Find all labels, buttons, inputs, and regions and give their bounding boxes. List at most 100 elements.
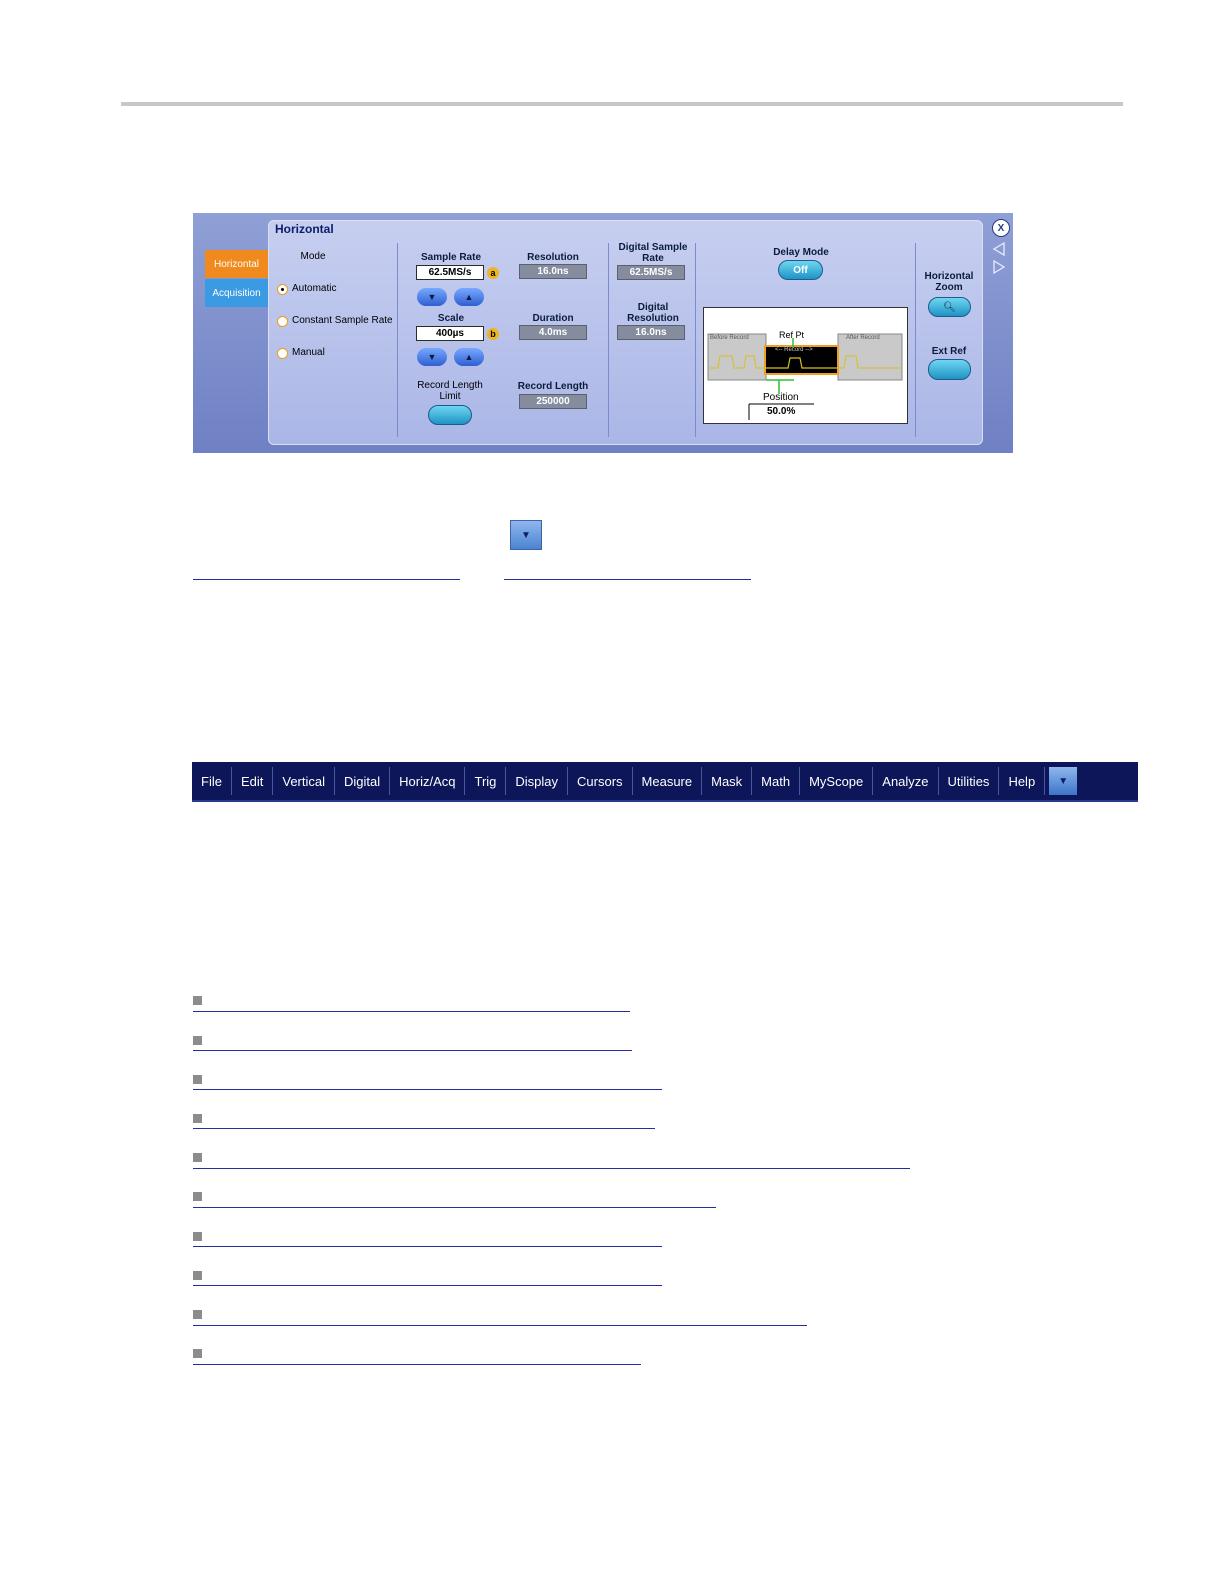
record-span-label: <-- Record -->: [775, 347, 813, 353]
ref-pt-label: Ref Pt: [779, 330, 805, 340]
sample-rate-down-button[interactable]: ▼: [417, 288, 447, 306]
bullet-icon: [193, 1349, 202, 1358]
sample-rate-up-button[interactable]: ▲: [454, 288, 484, 306]
delay-mode-toggle[interactable]: Off: [778, 260, 823, 280]
up-arrow-icon: ▲: [464, 352, 474, 362]
link-underline[interactable]: [193, 1168, 910, 1169]
ext-ref-button[interactable]: [928, 359, 971, 380]
panel-nav-arrows: [992, 241, 1006, 275]
bullet-icon: [193, 1036, 202, 1045]
link-underline[interactable]: [193, 1246, 662, 1247]
radio-constant-sample-rate-label: Constant Sample Rate: [292, 315, 393, 326]
radio-automatic[interactable]: [277, 284, 288, 295]
menu-expand-button[interactable]: ▼: [1049, 767, 1078, 795]
top-rule: [121, 102, 1123, 106]
callout-a-badge: a: [487, 267, 499, 279]
bullet-icon: [193, 1192, 202, 1201]
link-underline[interactable]: [193, 1285, 662, 1286]
up-arrow-icon: ▲: [464, 292, 474, 302]
link-underline[interactable]: [193, 579, 460, 580]
sample-rate-field[interactable]: 62.5MS/s: [416, 265, 484, 280]
menu-file[interactable]: File: [192, 767, 232, 795]
link-underline[interactable]: [193, 1325, 807, 1326]
duration-label: Duration: [532, 313, 574, 324]
ext-ref-label: Ext Ref: [931, 346, 967, 357]
scale-label: Scale: [437, 313, 465, 324]
link-underline[interactable]: [504, 579, 751, 580]
radio-manual[interactable]: [277, 348, 288, 359]
bullet-icon: [193, 1310, 202, 1319]
sample-rate-label: Sample Rate: [420, 252, 482, 263]
bullet-icon: [193, 1114, 202, 1123]
panel-title: Horizontal: [275, 222, 334, 236]
next-arrow-icon[interactable]: [993, 259, 1006, 275]
link-underline[interactable]: [193, 1011, 630, 1012]
horizontal-zoom-label: Horizontal Zoom: [924, 271, 974, 293]
scale-down-button[interactable]: ▼: [417, 348, 447, 366]
before-record-label: Before Record: [710, 335, 749, 341]
digital-sample-rate-label: Digital Sample Rate: [618, 242, 688, 264]
radio-automatic-label: Automatic: [292, 283, 337, 294]
menu-bar: File Edit Vertical Digital Horiz/Acq Tri…: [192, 762, 1138, 802]
position-value[interactable]: 50.0%: [767, 406, 795, 417]
menu-digital[interactable]: Digital: [335, 767, 391, 795]
digital-resolution-value: 16.0ns: [617, 325, 685, 340]
down-arrow-icon: ▼: [427, 352, 437, 362]
mode-label: Mode: [300, 251, 326, 262]
divider: [915, 243, 916, 437]
menu-edit[interactable]: Edit: [232, 767, 274, 795]
magnifier-icon: 🔍︎: [943, 301, 956, 313]
menu-mask[interactable]: Mask: [702, 767, 753, 795]
menu-help[interactable]: Help: [999, 767, 1046, 795]
record-length-limit-label: Record Length Limit: [417, 380, 483, 402]
digital-sample-rate-value: 62.5MS/s: [617, 265, 685, 280]
bullet-icon: [193, 1232, 202, 1241]
tab-acquisition[interactable]: Acquisition: [205, 279, 268, 307]
menu-math[interactable]: Math: [752, 767, 801, 795]
menu-vertical[interactable]: Vertical: [273, 767, 335, 795]
menu-myscope[interactable]: MyScope: [800, 767, 874, 795]
close-button[interactable]: X: [992, 219, 1010, 237]
after-record-label: After Record: [846, 335, 880, 341]
scale-up-button[interactable]: ▲: [454, 348, 484, 366]
divider: [397, 243, 398, 437]
radio-constant-sample-rate[interactable]: [277, 316, 288, 327]
chevron-down-icon: ▼: [521, 529, 531, 541]
scale-field[interactable]: 400µs: [416, 326, 484, 341]
duration-value: 4.0ms: [519, 325, 587, 340]
record-length-label: Record Length: [517, 381, 589, 392]
chevron-down-icon: ▼: [1058, 775, 1069, 787]
bullet-icon: [193, 1153, 202, 1162]
link-underline[interactable]: [193, 1050, 632, 1051]
digital-resolution-label: Digital Resolution: [627, 302, 679, 324]
radio-manual-label: Manual: [292, 347, 325, 358]
delay-mode-value: Off: [793, 264, 808, 276]
menu-trig[interactable]: Trig: [465, 767, 507, 795]
bullet-icon: [193, 1271, 202, 1280]
menu-analyze[interactable]: Analyze: [873, 767, 939, 795]
resolution-value: 16.0ns: [519, 264, 587, 279]
link-underline[interactable]: [193, 1207, 716, 1208]
down-arrow-icon: ▼: [427, 292, 437, 302]
link-underline[interactable]: [193, 1364, 641, 1365]
menu-utilities[interactable]: Utilities: [939, 767, 1000, 795]
menu-cursors[interactable]: Cursors: [568, 767, 633, 795]
horizontal-zoom-button[interactable]: 🔍︎: [928, 297, 971, 317]
callout-b-badge: b: [487, 328, 499, 340]
link-underline[interactable]: [193, 1128, 655, 1129]
resolution-label: Resolution: [527, 252, 579, 263]
menu-horiz-acq[interactable]: Horiz/Acq: [390, 767, 466, 795]
previous-arrow-icon[interactable]: [992, 241, 1005, 257]
divider: [608, 243, 609, 437]
bullet-icon: [193, 996, 202, 1005]
record-length-limit-button[interactable]: [428, 405, 472, 425]
link-underline[interactable]: [193, 1089, 662, 1090]
menu-dropdown-button[interactable]: ▼: [510, 520, 542, 550]
menu-display[interactable]: Display: [506, 767, 569, 795]
position-label: Position: [763, 392, 799, 403]
tab-horizontal[interactable]: Horizontal: [205, 250, 268, 278]
divider: [695, 243, 696, 437]
delay-mode-label: Delay Mode: [773, 247, 829, 258]
record-length-value: 250000: [519, 394, 587, 409]
menu-measure[interactable]: Measure: [633, 767, 703, 795]
